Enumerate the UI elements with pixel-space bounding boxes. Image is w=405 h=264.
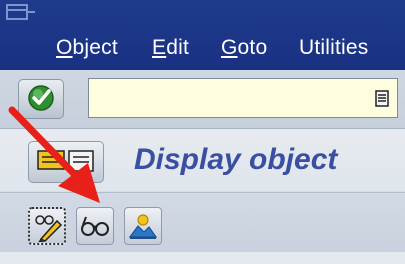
command-history-icon[interactable] [375,90,389,107]
display-change-toggle-button[interactable] [28,141,104,183]
green-check-icon [28,85,54,111]
menu-utilities[interactable]: Utilities [299,36,368,60]
title-bar: Display object [0,129,405,191]
menu-goto-mnemonic: G [221,36,238,59]
image-button[interactable] [124,207,162,245]
menu-edit-label: dit [166,36,189,59]
glasses-icon [81,216,109,236]
menu-edit-mnemonic: E [152,36,167,59]
system-menu-icon[interactable] [6,4,36,30]
page-title: Display object [134,143,338,176]
menu-object-mnemonic: O [56,36,73,59]
menu-object[interactable]: Object [56,36,118,60]
pencil-glasses-icon [35,215,63,242]
enter-button[interactable] [18,79,64,119]
standard-toolbar [0,70,405,129]
image-icon [128,214,158,239]
application-toolbar [0,192,405,253]
bottom-strip [0,252,405,264]
menu-utilities-label: Utilities [299,36,369,59]
display-change-toggle-icon [37,150,94,172]
menu-edit[interactable]: Edit [152,36,189,60]
menu-object-label: bject [72,36,118,59]
command-field[interactable] [88,78,398,118]
change-button[interactable] [28,207,66,245]
menu-goto-label: oto [237,36,268,59]
menu-goto[interactable]: Goto [221,36,267,60]
display-button[interactable] [76,207,114,245]
menu-bar: Object Edit Goto Utilities [0,0,405,70]
